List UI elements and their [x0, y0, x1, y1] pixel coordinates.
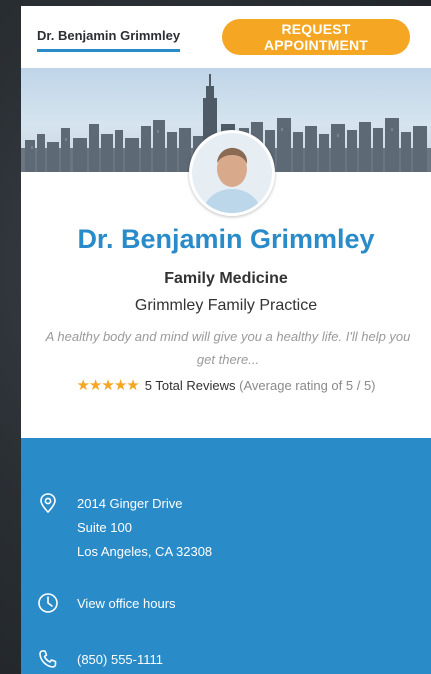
contact-info-panel: 2014 Ginger Drive Suite 100 Los Angeles,…: [21, 438, 431, 674]
phone-row[interactable]: (850) 555-1111: [37, 648, 163, 672]
specialty-label: Family Medicine: [164, 270, 288, 287]
office-address: 2014 Ginger Drive Suite 100 Los Angeles,…: [77, 492, 212, 564]
clock-icon: [38, 593, 58, 613]
phone-number-link[interactable]: (850) 555-1111: [77, 648, 163, 672]
office-hours-row[interactable]: View office hours: [37, 592, 176, 616]
address-line-1: 2014 Ginger Drive: [77, 496, 183, 511]
phone-icon: [39, 650, 57, 668]
doctor-name-heading: Dr. Benjamin Grimmley: [77, 224, 375, 254]
rating-summary: ★★★★★ 5 Total Reviews (Average rating of …: [21, 376, 431, 394]
location-pin-icon: [40, 493, 56, 514]
doctor-name-link[interactable]: Dr. Benjamin Grimmley: [37, 28, 181, 52]
doctor-tagline: A healthy body and mind will give you a …: [45, 329, 411, 367]
doctor-profile-card: Dr. Benjamin Grimmley REQUEST APPOINTMEN…: [21, 6, 431, 674]
practice-name: Grimmley Family Practice: [134, 297, 318, 314]
top-bar: Dr. Benjamin Grimmley REQUEST APPOINTMEN…: [21, 6, 431, 68]
star-rating-icon: ★★★★★: [76, 377, 139, 394]
doctor-avatar: [189, 130, 275, 216]
address-line-2: Suite 100: [77, 520, 132, 535]
average-rating-note: (Average rating of 5 / 5): [239, 378, 376, 393]
address-line-3: Los Angeles, CA 32308: [77, 544, 213, 559]
total-reviews-link[interactable]: 5 Total Reviews: [145, 378, 236, 393]
request-appointment-button[interactable]: REQUEST APPOINTMENT: [222, 19, 410, 55]
address-row: 2014 Ginger Drive Suite 100 Los Angeles,…: [37, 492, 212, 564]
view-office-hours-link[interactable]: View office hours: [77, 592, 176, 616]
